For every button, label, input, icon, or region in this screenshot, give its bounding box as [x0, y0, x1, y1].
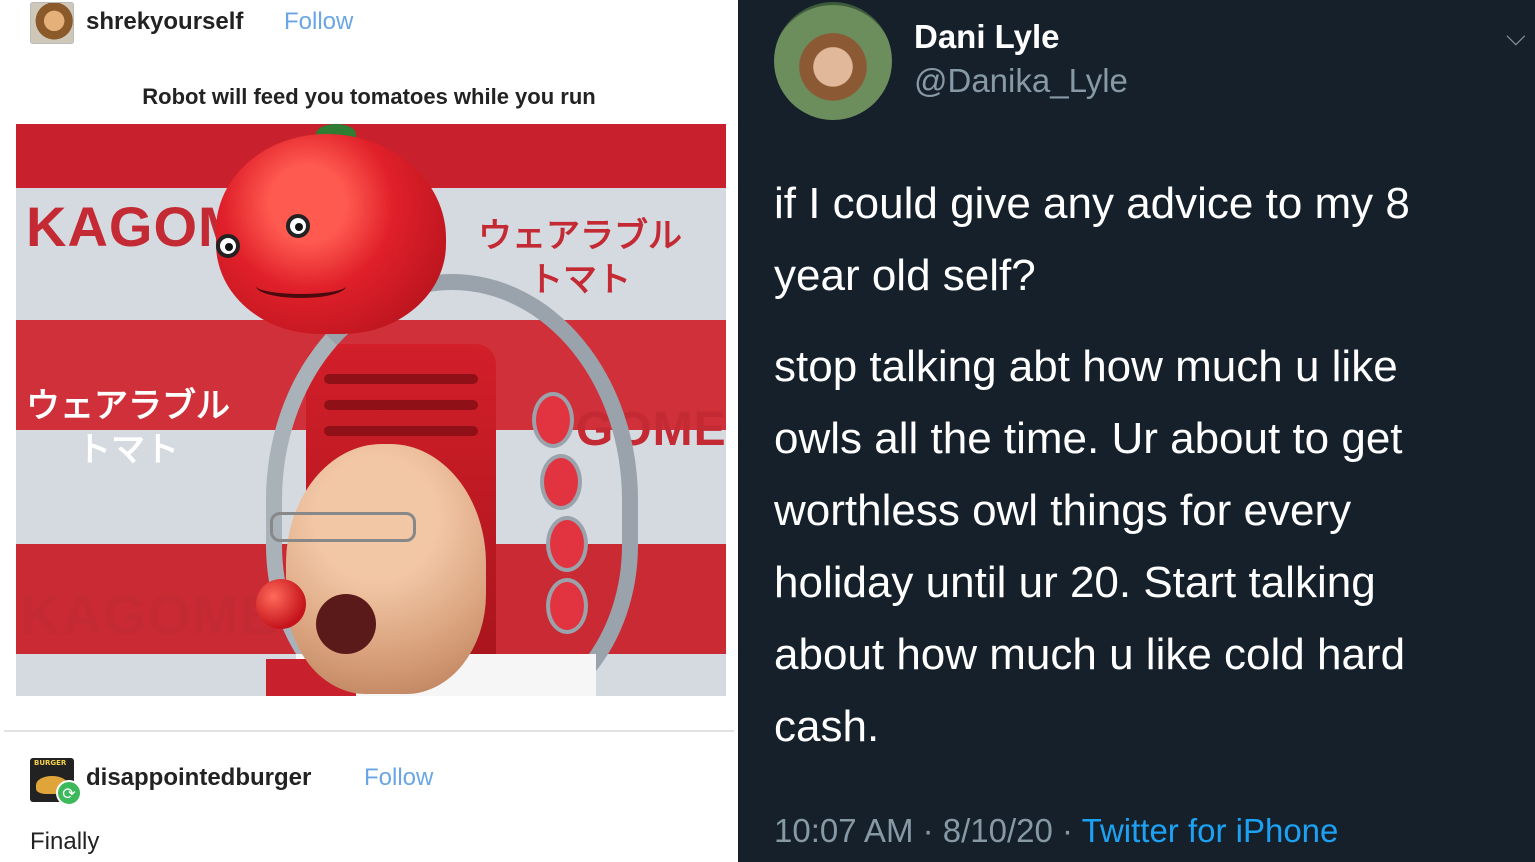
meta-separator: · — [913, 812, 943, 849]
man-glasses — [270, 512, 416, 542]
tweet-paragraph-1: if I could give any advice to my 8 year … — [774, 179, 1410, 300]
post2-text: Finally — [30, 828, 100, 855]
tweet-source-link[interactable]: Twitter for iPhone — [1082, 812, 1339, 849]
robot-disc — [546, 516, 588, 572]
robot-disc — [540, 454, 582, 510]
tweet-time: 10:07 AM — [774, 812, 914, 849]
man-head — [286, 444, 486, 694]
jp-label-left: ウェアラブル トマト — [26, 384, 230, 472]
tweet-panel: Dani Lyle @Danika_Lyle ⌵ if I could give… — [738, 0, 1535, 862]
post1-follow-button[interactable]: Follow — [284, 8, 353, 36]
jp-line: ウェアラブル — [478, 216, 682, 256]
brand-logo-bottom: KAGOME — [20, 583, 278, 646]
tweet-meta: 10:07 AM · 8/10/20 · Twitter for iPhone — [774, 812, 1338, 850]
tomato-robot-head — [216, 134, 446, 334]
shrekyourself-avatar[interactable] — [30, 2, 74, 44]
post2-follow-button[interactable]: Follow — [364, 764, 433, 792]
reblog-icon: ⟳ — [56, 780, 82, 806]
post1-caption: Robot will feed you tomatoes while you r… — [142, 84, 596, 109]
avatar-badge-text: BURGER — [34, 759, 67, 767]
tweet-date: 8/10/20 — [942, 812, 1053, 849]
post-divider — [4, 730, 734, 732]
tomato-robot-photo: KAGOME GOME KAGOME ウェアラブル トマト ウェアラブル トマト — [16, 124, 726, 696]
tweet-handle[interactable]: @Danika_Lyle — [914, 62, 1128, 100]
tomato-eye — [286, 214, 310, 238]
tweet-paragraph-2: stop talking abt how much u like owls al… — [774, 342, 1406, 751]
tweet-author-avatar[interactable] — [774, 2, 892, 120]
robot-disc — [546, 578, 588, 634]
meta-separator: · — [1052, 812, 1082, 849]
chevron-down-icon[interactable]: ⌵ — [1506, 22, 1526, 53]
post1-username[interactable]: shrekyourself — [86, 8, 243, 36]
robot-disc — [532, 392, 574, 448]
post2-username[interactable]: disappointedburger — [86, 764, 311, 792]
cherry-tomato — [256, 579, 306, 629]
tomato-mouth — [256, 274, 346, 298]
jp-line: トマト — [77, 430, 179, 470]
jp-line: ウェアラブル — [26, 386, 230, 426]
tweet-display-name[interactable]: Dani Lyle — [914, 18, 1060, 56]
tumblr-panel: shrekyourself Follow Robot will feed you… — [0, 0, 738, 862]
tomato-eye — [216, 234, 240, 258]
man-mouth — [316, 594, 376, 654]
